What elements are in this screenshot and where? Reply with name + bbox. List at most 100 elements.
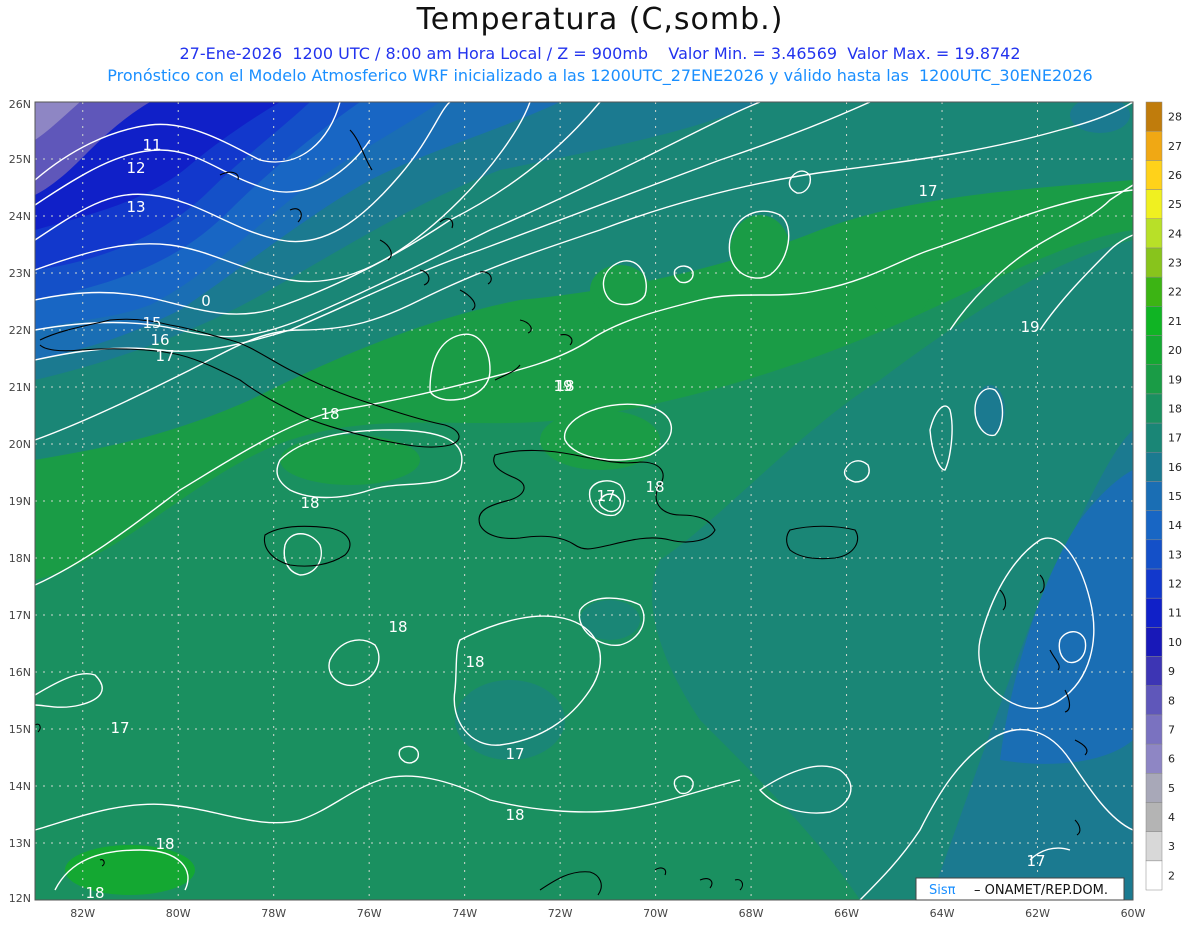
lon-label: 78W: [261, 907, 286, 920]
lat-label: 19N: [9, 495, 31, 508]
lon-label: 64W: [930, 907, 955, 920]
temperature-map: 11 12 13 0 15 16 17 18 19 18 18 18 18 17 17 18 18 18 19 17 1…: [9, 98, 1182, 920]
colorbar-label: 26: [1168, 169, 1182, 182]
colorbar-label: 27: [1168, 140, 1182, 153]
colorbar-label: 23: [1168, 257, 1182, 270]
colorbar-swatch: [1145, 743, 1163, 774]
contour-label: 17: [505, 745, 524, 763]
contour-label: 18: [505, 806, 524, 824]
colorbar-swatch: [1145, 685, 1163, 716]
lat-label: 13N: [9, 837, 31, 850]
colorbar-swatch: [1145, 306, 1163, 336]
lon-label: 72W: [548, 907, 573, 920]
colorbar-label: 10: [1168, 636, 1182, 649]
colorbar-swatch: [1145, 101, 1163, 132]
colorbar-label: 8: [1168, 694, 1175, 707]
lat-label: 23N: [9, 267, 31, 280]
lon-label: 60W: [1121, 907, 1146, 920]
contour-label: 18: [555, 377, 574, 395]
contour-label: 18: [85, 884, 104, 902]
colorbar-swatch: [1145, 364, 1163, 395]
colorbar-swatch: [1145, 247, 1163, 278]
contour-label: 17: [596, 487, 615, 505]
colorbar-swatch: [1145, 276, 1163, 307]
colorbar-label: 17: [1168, 432, 1182, 445]
lon-label: 66W: [834, 907, 859, 920]
colorbar-label: 22: [1168, 286, 1182, 299]
lon-label: 82W: [70, 907, 95, 920]
field-17c-patch: [670, 545, 730, 575]
colorbar-swatch: [1145, 656, 1163, 686]
field-19c-patch: [540, 410, 660, 470]
colorbar-swatch: [1145, 568, 1163, 599]
colorbar-label: 11: [1168, 607, 1182, 620]
lon-label: 76W: [357, 907, 382, 920]
lat-label: 24N: [9, 210, 31, 223]
colorbar-label: 24: [1168, 227, 1182, 240]
field-19c-patch: [870, 260, 930, 320]
colorbar-swatch: [1145, 773, 1163, 803]
colorbar-label: 7: [1168, 723, 1175, 736]
contour-label: 19: [1020, 318, 1039, 336]
contour-label: 12: [126, 159, 145, 177]
colorbar-label: 13: [1168, 548, 1182, 561]
contour-label: 18: [388, 618, 407, 636]
latitude-labels: 26N 25N 24N 23N 22N 21N 20N 19N 18N 17N 16N 15N 14N 1…: [9, 98, 31, 905]
lat-label: 25N: [9, 153, 31, 166]
colorbar-label: 15: [1168, 490, 1182, 503]
lon-label: 62W: [1025, 907, 1050, 920]
colorbar-swatch: [1145, 597, 1163, 628]
contour-label: 13: [126, 198, 145, 216]
contour-label: 17: [918, 182, 937, 200]
lat-label: 15N: [9, 723, 31, 736]
contour-label: 0: [201, 292, 211, 310]
colorbar: 2345678910111213141516171819202122232425…: [1145, 101, 1182, 891]
contour-label: 18: [300, 494, 319, 512]
lat-label: 14N: [9, 780, 31, 793]
colorbar-label: 2: [1168, 869, 1175, 882]
contour-label: 17: [155, 347, 174, 365]
colorbar-label: 6: [1168, 753, 1175, 766]
contour-label: 18: [320, 405, 339, 423]
lon-label: 70W: [643, 907, 668, 920]
colorbar-swatch: [1145, 802, 1163, 832]
contour-label: 18: [645, 478, 664, 496]
colorbar-swatch: [1145, 422, 1163, 453]
contour-label: 15: [142, 314, 161, 332]
colorbar-label: 3: [1168, 840, 1175, 853]
colorbar-label: 5: [1168, 782, 1175, 795]
lat-label: 21N: [9, 381, 31, 394]
colorbar-swatch: [1145, 130, 1163, 161]
contour-label: 18: [465, 653, 484, 671]
colorbar-label: 25: [1168, 198, 1182, 211]
colorbar-label: 18: [1168, 402, 1182, 415]
colorbar-swatch: [1145, 539, 1163, 570]
contour-label: 11: [142, 136, 161, 154]
colorbar-label: 14: [1168, 519, 1182, 532]
colorbar-label: 28: [1168, 111, 1182, 124]
colorbar-swatch: [1145, 218, 1163, 249]
colorbar-swatch: [1145, 831, 1163, 862]
sis-logo: Sisπ: [929, 883, 956, 898]
contour-label: 17: [110, 719, 129, 737]
colorbar-swatch: [1145, 481, 1163, 511]
credit-text: – ONAMET/REP.DOM.: [974, 883, 1108, 898]
colorbar-swatch: [1145, 393, 1163, 424]
colorbar-label: 19: [1168, 373, 1182, 386]
shaded-field: [35, 102, 1133, 900]
lon-label: 74W: [452, 907, 477, 920]
lat-label: 22N: [9, 324, 31, 337]
contour-label: 18: [155, 835, 174, 853]
field-19c-patch: [730, 215, 790, 285]
lat-label: 26N: [9, 98, 31, 111]
colorbar-label: 12: [1168, 578, 1182, 591]
lat-label: 16N: [9, 666, 31, 679]
field-19c-patch: [280, 435, 420, 485]
colorbar-label: 20: [1168, 344, 1182, 357]
colorbar-swatch: [1145, 189, 1163, 219]
lon-label: 80W: [166, 907, 191, 920]
longitude-labels: 82W 80W 78W 76W 74W 72W 70W 68W 66W 64W 62W 60W: [70, 907, 1145, 920]
lat-label: 17N: [9, 609, 31, 622]
colorbar-label: 9: [1168, 665, 1175, 678]
credit-box: Sisπ – ONAMET/REP.DOM.: [915, 877, 1125, 901]
